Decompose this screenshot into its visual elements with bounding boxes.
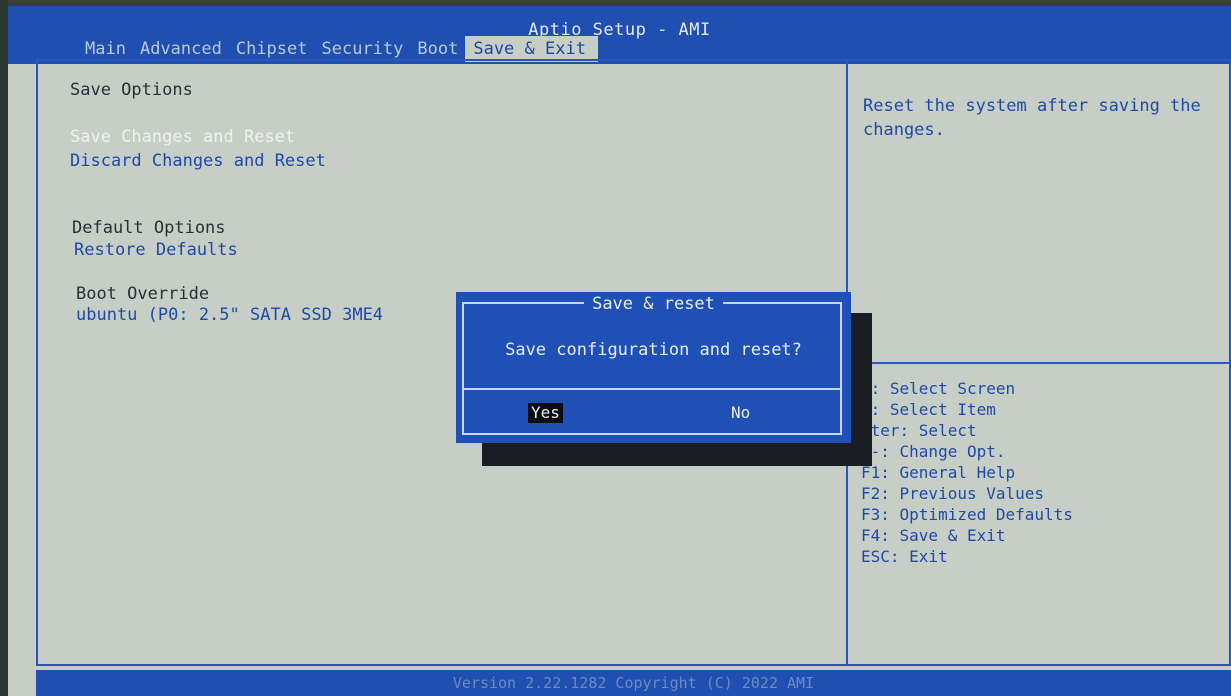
header-bar: Aptio Setup - AMI Main Advanced Chipset … [8,6,1231,64]
key-esc-exit: ESC: Exit [861,547,948,566]
key-enter-select: nter: Select [861,421,977,440]
dialog-title-text: Save & reset [584,294,723,314]
dialog-separator [464,388,842,390]
help-description: Reset the system after saving the change… [863,96,1201,140]
restore-defaults-item[interactable]: Restore Defaults [74,240,238,260]
discard-changes-reset-item[interactable]: Discard Changes and Reset [70,151,326,171]
save-reset-dialog: Save & reset Save configuration and rese… [456,292,851,443]
key-select-screen: ←: Select Screen [861,379,1016,398]
save-changes-reset-item[interactable]: Save Changes and Reset [70,127,295,147]
key-general-help: F1: General Help [861,463,1016,482]
default-options-heading: Default Options [72,218,226,238]
no-button[interactable]: No [731,403,750,423]
dialog-title: Save & reset [456,294,851,314]
monitor-bezel-left [0,0,8,696]
version-copyright: Version 2.22.1282 Copyright (C) 2022 AMI [452,674,815,692]
bios-screen: Aptio Setup - AMI Main Advanced Chipset … [8,6,1231,696]
key-select-item: ↓: Select Item [861,400,996,419]
boot-override-ubuntu-item[interactable]: ubuntu (P0: 2.5" SATA SSD 3ME4 [76,305,383,325]
dialog-message: Save configuration and reset? [505,340,802,360]
key-previous-values: F2: Previous Values [861,484,1045,503]
key-optimized-defaults: F3: Optimized Defaults [861,505,1073,524]
boot-override-heading: Boot Override [76,284,210,304]
key-save-exit: F4: Save & Exit [861,526,1006,545]
save-options-heading: Save Options [70,80,193,100]
help-separator [848,362,1231,364]
dialog-border [462,302,842,435]
yes-button[interactable]: Yes [528,403,563,423]
key-change-opt: /-: Change Opt. [861,442,1006,461]
footer-bar: Version 2.22.1282 Copyright (C) 2022 AMI [36,670,1231,696]
key-legend: ←: Select Screen ↓: Select Item nter: Se… [861,378,1073,567]
